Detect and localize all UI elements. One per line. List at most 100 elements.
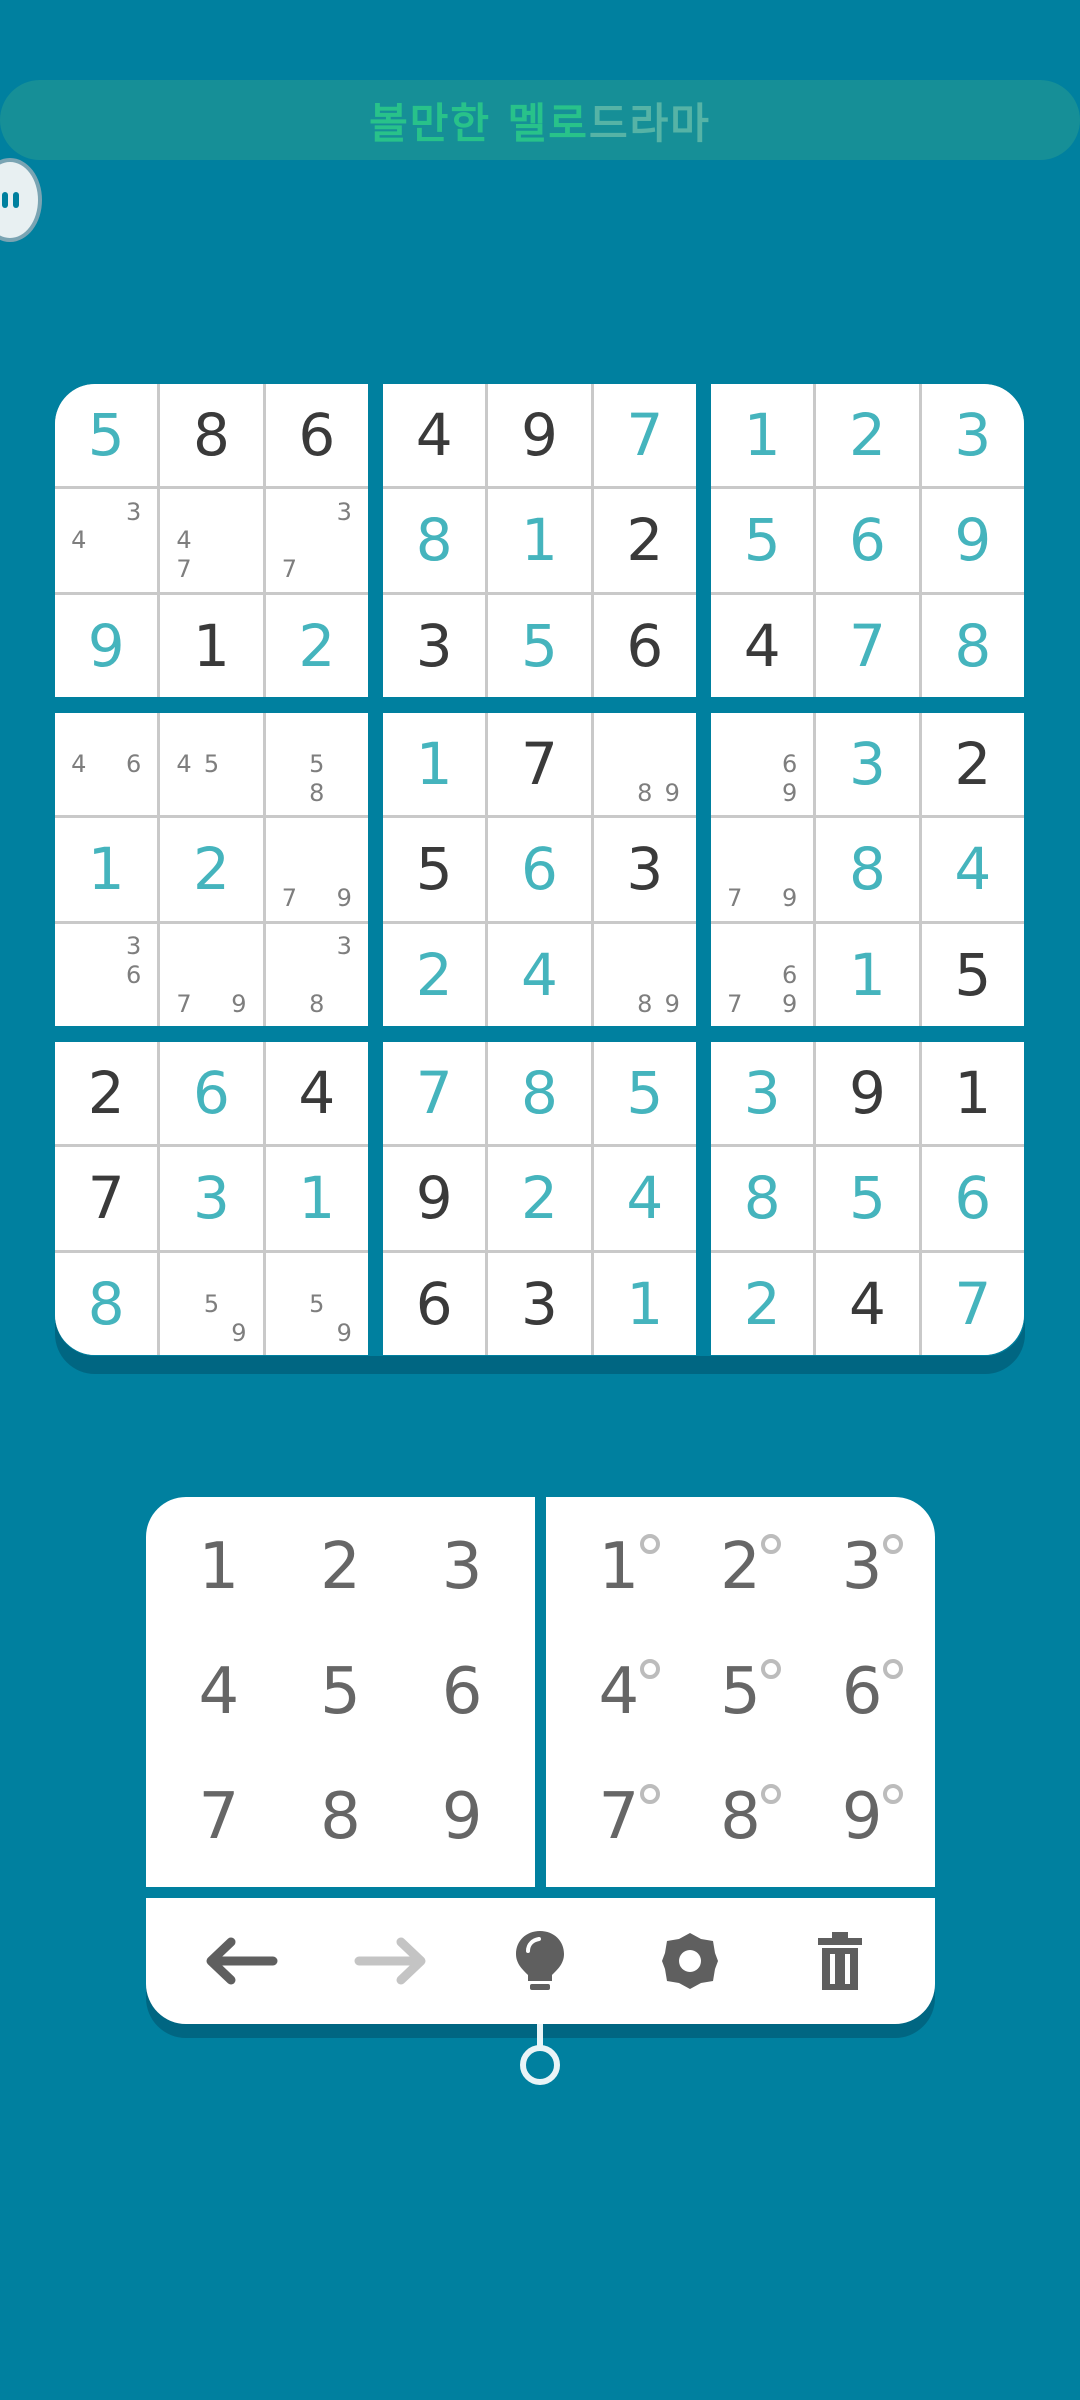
toolbar-handle[interactable] [520, 2045, 560, 2085]
sudoku-cell[interactable]: 36 [55, 923, 158, 1026]
number-key[interactable]: 1 [158, 1505, 280, 1630]
sudoku-cell[interactable]: 4 [265, 1042, 368, 1145]
sudoku-cell[interactable]: 1 [265, 1147, 368, 1250]
sudoku-cell[interactable]: 6 [488, 818, 591, 921]
sudoku-cell[interactable]: 8 [383, 489, 486, 592]
sudoku-cell[interactable]: 2 [921, 713, 1024, 816]
sudoku-cell[interactable]: 3 [921, 384, 1024, 487]
sudoku-cell[interactable]: 3 [593, 818, 696, 921]
number-key[interactable]: 2 [280, 1505, 402, 1630]
sudoku-cell[interactable]: 5 [383, 818, 486, 921]
note-key[interactable]: 6 [801, 1630, 923, 1755]
hint-button[interactable] [490, 1911, 590, 2011]
sudoku-cell[interactable]: 1 [55, 818, 158, 921]
sudoku-cell[interactable]: 5 [816, 1147, 919, 1250]
sudoku-cell[interactable]: 2 [593, 489, 696, 592]
number-key[interactable]: 3 [401, 1505, 523, 1630]
sudoku-cell[interactable]: 9 [921, 489, 1024, 592]
sudoku-cell[interactable]: 2 [383, 923, 486, 1026]
sudoku-cell[interactable]: 3 [816, 713, 919, 816]
sudoku-cell[interactable]: 59 [265, 1252, 368, 1355]
sudoku-cell[interactable]: 6 [816, 489, 919, 592]
sudoku-cell[interactable]: 47 [160, 489, 263, 592]
sudoku-cell[interactable]: 1 [160, 594, 263, 697]
sudoku-cell[interactable]: 89 [593, 713, 696, 816]
sudoku-cell[interactable]: 79 [160, 923, 263, 1026]
sudoku-cell[interactable]: 2 [816, 384, 919, 487]
sudoku-cell[interactable]: 6 7 9 [711, 923, 814, 1026]
sudoku-cell[interactable]: 2 [711, 1252, 814, 1355]
sudoku-cell[interactable]: 34 [55, 489, 158, 592]
sudoku-cell[interactable]: 4 [711, 594, 814, 697]
sudoku-cell[interactable]: 6 [921, 1147, 1024, 1250]
sudoku-cell[interactable]: 8 [921, 594, 1024, 697]
sudoku-cell[interactable]: 7 [55, 1147, 158, 1250]
sudoku-cell[interactable]: 5 [488, 594, 591, 697]
sudoku-cell[interactable]: 4 [816, 1252, 919, 1355]
note-key[interactable]: 5 [680, 1630, 802, 1755]
number-key[interactable]: 9 [401, 1754, 523, 1879]
sudoku-cell[interactable]: 7 [488, 713, 591, 816]
note-key[interactable]: 4 [558, 1630, 680, 1755]
note-key[interactable]: 7 [558, 1754, 680, 1879]
sudoku-cell[interactable]: 9 [816, 1042, 919, 1145]
ad-banner[interactable]: 볼만한 멜로드라마 [0, 80, 1080, 160]
sudoku-cell[interactable]: 8 [711, 1147, 814, 1250]
sudoku-cell[interactable]: 45 [160, 713, 263, 816]
sudoku-cell[interactable]: 6 [160, 1042, 263, 1145]
number-key[interactable]: 8 [280, 1754, 402, 1879]
sudoku-cell[interactable]: 9 [488, 384, 591, 487]
erase-button[interactable] [790, 1911, 890, 2011]
sudoku-cell[interactable]: 3 [488, 1252, 591, 1355]
sudoku-cell[interactable]: 1 [383, 713, 486, 816]
sudoku-cell[interactable]: 5 [593, 1042, 696, 1145]
sudoku-cell[interactable]: 1 [816, 923, 919, 1026]
sudoku-cell[interactable]: 46 [55, 713, 158, 816]
sudoku-cell[interactable]: 5 [711, 489, 814, 592]
sudoku-cell[interactable]: 1 [593, 1252, 696, 1355]
sudoku-cell[interactable]: 9 [383, 1147, 486, 1250]
sudoku-cell[interactable]: 7 [593, 384, 696, 487]
sudoku-cell[interactable]: 3 [160, 1147, 263, 1250]
number-key[interactable]: 5 [280, 1630, 402, 1755]
sudoku-cell[interactable]: 6 [383, 1252, 486, 1355]
undo-button[interactable] [191, 1911, 291, 2011]
sudoku-cell[interactable]: 9 [55, 594, 158, 697]
number-key[interactable]: 4 [158, 1630, 280, 1755]
sudoku-cell[interactable]: 7 [921, 1252, 1024, 1355]
sudoku-cell[interactable]: 89 [593, 923, 696, 1026]
sudoku-cell[interactable]: 69 [711, 713, 814, 816]
sudoku-cell[interactable]: 37 [265, 489, 368, 592]
sudoku-cell[interactable]: 4 [921, 818, 1024, 921]
sudoku-cell[interactable]: 59 [160, 1252, 263, 1355]
sudoku-cell[interactable]: 5 [55, 384, 158, 487]
sudoku-cell[interactable]: 2 [265, 594, 368, 697]
sudoku-cell[interactable]: 2 [488, 1147, 591, 1250]
sudoku-cell[interactable]: 58 [265, 713, 368, 816]
sudoku-cell[interactable]: 1 [711, 384, 814, 487]
sudoku-cell[interactable]: 8 [816, 818, 919, 921]
chat-bubble-icon[interactable] [0, 158, 42, 242]
sudoku-cell[interactable]: 2 [160, 818, 263, 921]
sudoku-cell[interactable]: 5 [921, 923, 1024, 1026]
sudoku-cell[interactable]: 79 [711, 818, 814, 921]
sudoku-cell[interactable]: 3 [711, 1042, 814, 1145]
note-key[interactable]: 9 [801, 1754, 923, 1879]
redo-button[interactable] [341, 1911, 441, 2011]
sudoku-cell[interactable]: 8 [55, 1252, 158, 1355]
sudoku-cell[interactable]: 4 [593, 1147, 696, 1250]
sudoku-cell[interactable]: 7 [383, 1042, 486, 1145]
sudoku-cell[interactable]: 4 [488, 923, 591, 1026]
number-key[interactable]: 6 [401, 1630, 523, 1755]
sudoku-cell[interactable]: 4 [383, 384, 486, 487]
sudoku-cell[interactable]: 8 [160, 384, 263, 487]
number-key[interactable]: 7 [158, 1754, 280, 1879]
sudoku-cell[interactable]: 2 [55, 1042, 158, 1145]
note-key[interactable]: 8 [680, 1754, 802, 1879]
sudoku-cell[interactable]: 8 [488, 1042, 591, 1145]
sudoku-cell[interactable]: 38 [265, 923, 368, 1026]
settings-button[interactable] [640, 1911, 740, 2011]
note-key[interactable]: 3 [801, 1505, 923, 1630]
note-key[interactable]: 2 [680, 1505, 802, 1630]
sudoku-cell[interactable]: 1 [488, 489, 591, 592]
